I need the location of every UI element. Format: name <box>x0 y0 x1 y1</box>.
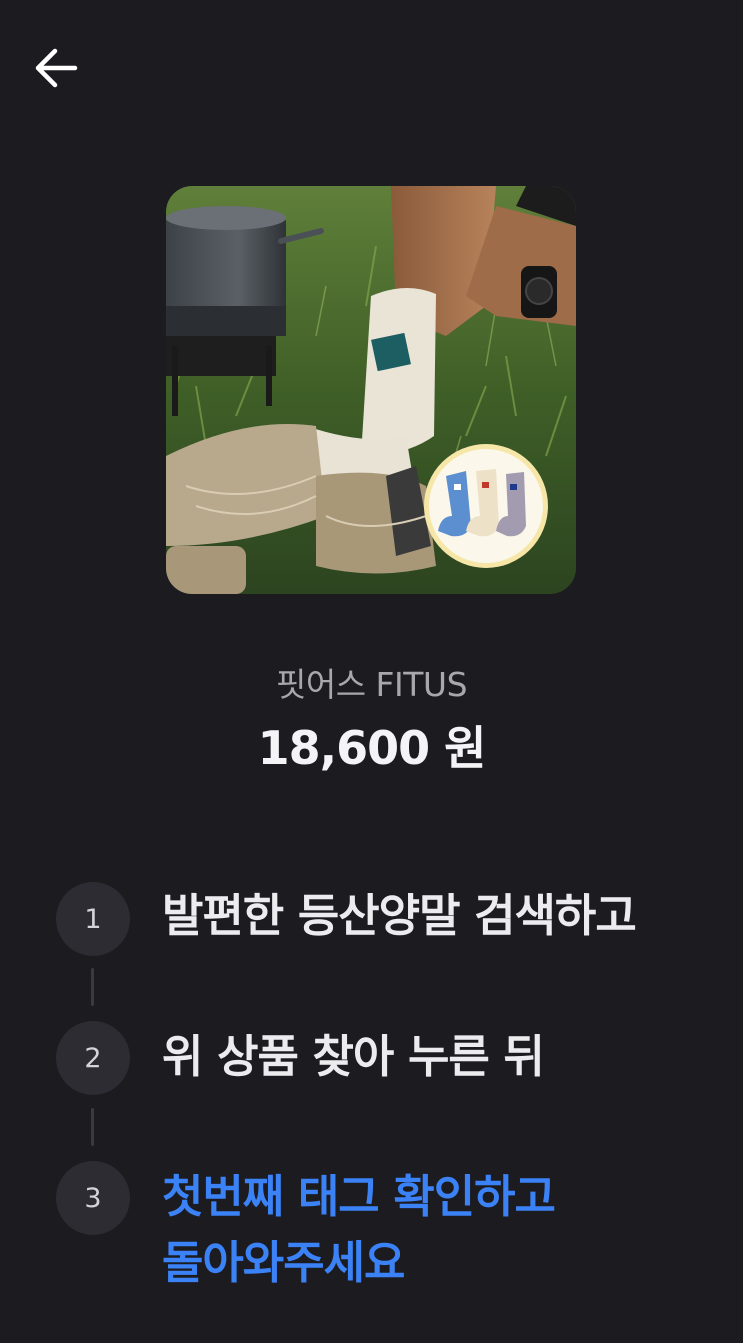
step-text-3-line2: 돌아와주세요 <box>162 1236 405 1289</box>
back-button[interactable] <box>24 36 88 100</box>
step-connector <box>91 1108 94 1146</box>
step-connector <box>91 968 94 1006</box>
step-number-2: 2 <box>56 1021 130 1095</box>
step-text-3-line1: 첫번째 태그 확인하고 <box>162 1170 556 1223</box>
brand-name: 핏어스 FITUS <box>275 665 468 704</box>
step-number-3: 3 <box>56 1161 130 1235</box>
product-price: 18,600 원 <box>257 721 487 775</box>
arrow-left-icon <box>35 48 78 88</box>
step-number-1: 1 <box>56 882 130 956</box>
step-text-2: 위 상품 찾아 누른 뒤 <box>162 1030 545 1083</box>
step-text-1: 발편한 등산양말 검색하고 <box>162 889 637 942</box>
product-image[interactable] <box>166 186 576 594</box>
